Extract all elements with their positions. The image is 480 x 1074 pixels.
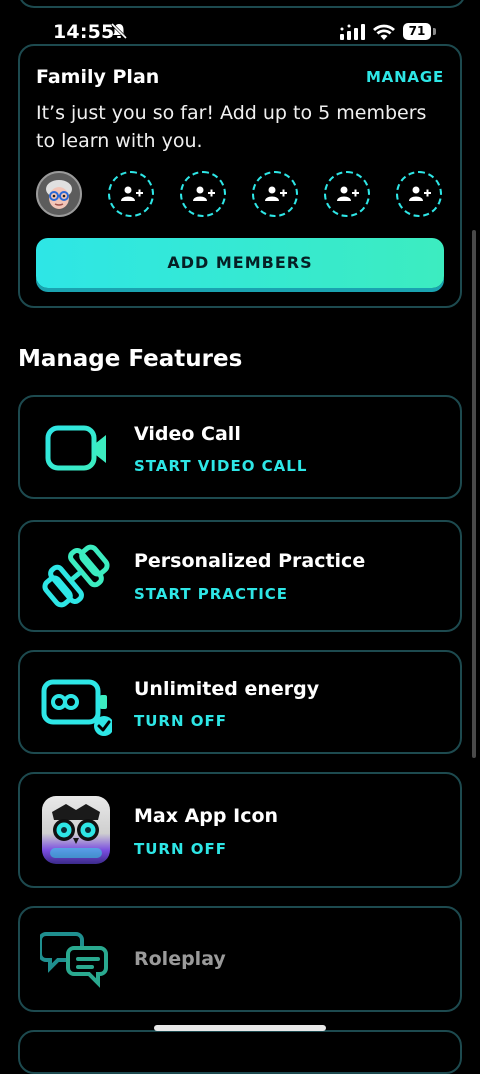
family-plan-description: It’s just you so far! Add up to 5 member… [36,102,427,152]
add-person-icon [193,186,215,201]
add-member-slot[interactable] [396,171,442,217]
feature-name: Max App Icon [134,805,279,827]
avatar[interactable] [36,171,82,217]
feature-name: Roleplay [134,948,226,970]
add-member-slot[interactable] [324,171,370,217]
dumbbell-icon [42,544,110,608]
home-indicator[interactable] [154,1025,326,1031]
owl-app-icon [42,796,110,864]
next-feature-card-edge [18,1030,462,1074]
feature-unlimited-energy[interactable]: Unlimited energy TURN OFF [18,650,462,754]
owner-avatar-icon [38,173,80,215]
add-person-icon [121,186,143,201]
feature-max-app-icon[interactable]: Max App Icon TURN OFF [18,772,462,888]
add-member-slot[interactable] [180,171,226,217]
family-plan-card: Family Plan MANAGE It’s just you so far!… [18,44,462,308]
manage-link[interactable]: MANAGE [366,68,444,86]
feature-roleplay[interactable]: Roleplay [18,906,462,1012]
feature-personalized-practice[interactable]: Personalized Practice START PRACTICE [18,520,462,632]
add-person-icon [265,186,287,201]
status-time: 14:55 [53,21,115,43]
family-plan-title: Family Plan [36,66,160,88]
feature-video-call[interactable]: Video Call START VIDEO CALL [18,395,462,499]
add-member-slot[interactable] [252,171,298,217]
feature-name: Unlimited energy [134,678,320,700]
add-person-icon [409,186,431,201]
bell-muted-icon [110,22,128,40]
infinity-battery-icon [41,679,112,736]
wifi-icon [373,24,395,40]
feature-name: Video Call [134,423,241,445]
add-members-button[interactable]: ADD MEMBERS [36,238,444,288]
battery-indicator: 71 [403,23,436,40]
feature-action-link[interactable]: TURN OFF [134,712,227,730]
add-member-slot[interactable] [108,171,154,217]
section-title: Manage Features [18,346,243,372]
feature-action-link[interactable]: START PRACTICE [134,585,288,603]
chat-bubbles-icon [40,932,108,988]
cellular-signal-icon [340,24,365,40]
add-person-icon [337,186,359,201]
feature-action-link[interactable]: START VIDEO CALL [134,457,307,475]
feature-name: Personalized Practice [134,550,366,572]
video-camera-icon [45,425,106,471]
scrollbar[interactable] [472,230,476,758]
feature-action-link[interactable]: TURN OFF [134,840,227,858]
